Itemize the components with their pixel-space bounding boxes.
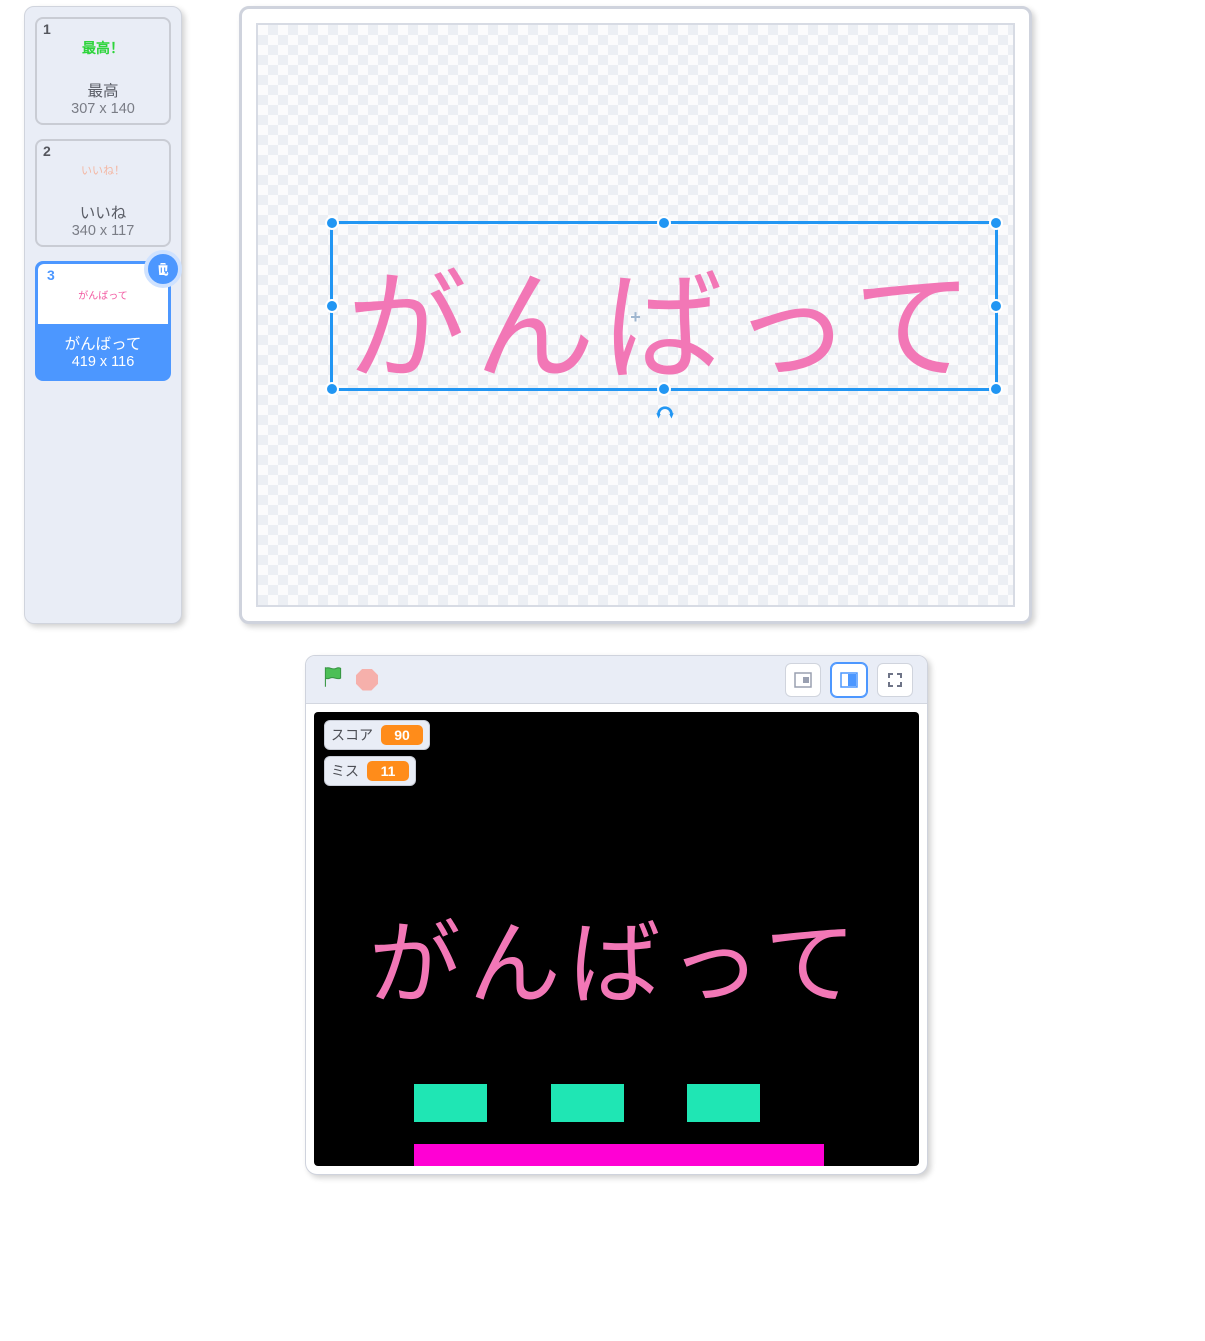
variable-monitor-score[interactable]: スコア 90 (324, 720, 430, 750)
resize-handle-bl[interactable] (325, 382, 339, 396)
stage-block-2 (551, 1084, 624, 1122)
costume-name: いいね (37, 201, 169, 223)
resize-handle-tr[interactable] (989, 216, 1003, 230)
variable-monitor-miss[interactable]: ミス 11 (324, 756, 416, 786)
resize-handle-br[interactable] (989, 382, 1003, 396)
resize-handle-tl[interactable] (325, 216, 339, 230)
resize-handle-ml[interactable] (325, 299, 339, 313)
paint-text[interactable]: がんばって (333, 230, 995, 404)
trash-icon (154, 260, 172, 278)
costume-thumb: いいね！ (45, 147, 161, 193)
costume-index: 1 (43, 21, 51, 37)
costume-index: 2 (43, 143, 51, 159)
stage-area[interactable]: スコア 90 ミス 11 がんばって (314, 712, 919, 1166)
small-stage-button[interactable] (785, 663, 821, 697)
rotate-handle[interactable] (652, 399, 678, 430)
fullscreen-button[interactable] (877, 663, 913, 697)
resize-handle-mr[interactable] (989, 299, 1003, 313)
variable-value: 11 (367, 761, 409, 781)
large-stage-button[interactable] (831, 663, 867, 697)
costume-dims: 307 x 140 (37, 101, 169, 117)
variable-label: スコア (331, 725, 373, 745)
costume-dims: 419 x 116 (38, 354, 168, 370)
stage-block-1 (414, 1084, 487, 1122)
costume-item-1[interactable]: 1 最高！ 最高 307 x 140 (35, 17, 171, 125)
variable-label: ミス (331, 761, 359, 781)
costume-name: がんばって (38, 332, 168, 354)
costume-list-panel: 1 最高！ 最高 307 x 140 2 いいね！ いいね 340 x 117 … (24, 6, 182, 624)
costume-name: 最高 (37, 79, 169, 101)
stop-button[interactable] (356, 669, 378, 691)
paint-editor: + がんばって (239, 6, 1032, 624)
stage-sprite-text: がんばって (314, 890, 919, 1023)
selection-box[interactable]: がんばって (330, 221, 998, 391)
costume-item-2[interactable]: 2 いいね！ いいね 340 x 117 (35, 139, 171, 247)
stage-panel: スコア 90 ミス 11 がんばって (305, 655, 928, 1175)
stage-toolbar (306, 656, 927, 704)
resize-handle-tm[interactable] (657, 216, 671, 230)
stage-paddle (414, 1144, 824, 1166)
stage-block-3 (687, 1084, 760, 1122)
delete-costume-button[interactable] (144, 250, 182, 288)
costume-dims: 340 x 117 (37, 223, 169, 239)
resize-handle-bm[interactable] (657, 382, 671, 396)
costume-item-3[interactable]: 3 がんばって がんばって 419 x 116 (35, 261, 171, 381)
costume-thumb: 最高！ (45, 25, 161, 71)
green-flag-button[interactable] (320, 664, 346, 695)
costume-index: 3 (44, 266, 59, 284)
variable-value: 90 (381, 725, 423, 745)
paint-canvas-area[interactable]: + がんばって (256, 23, 1015, 607)
